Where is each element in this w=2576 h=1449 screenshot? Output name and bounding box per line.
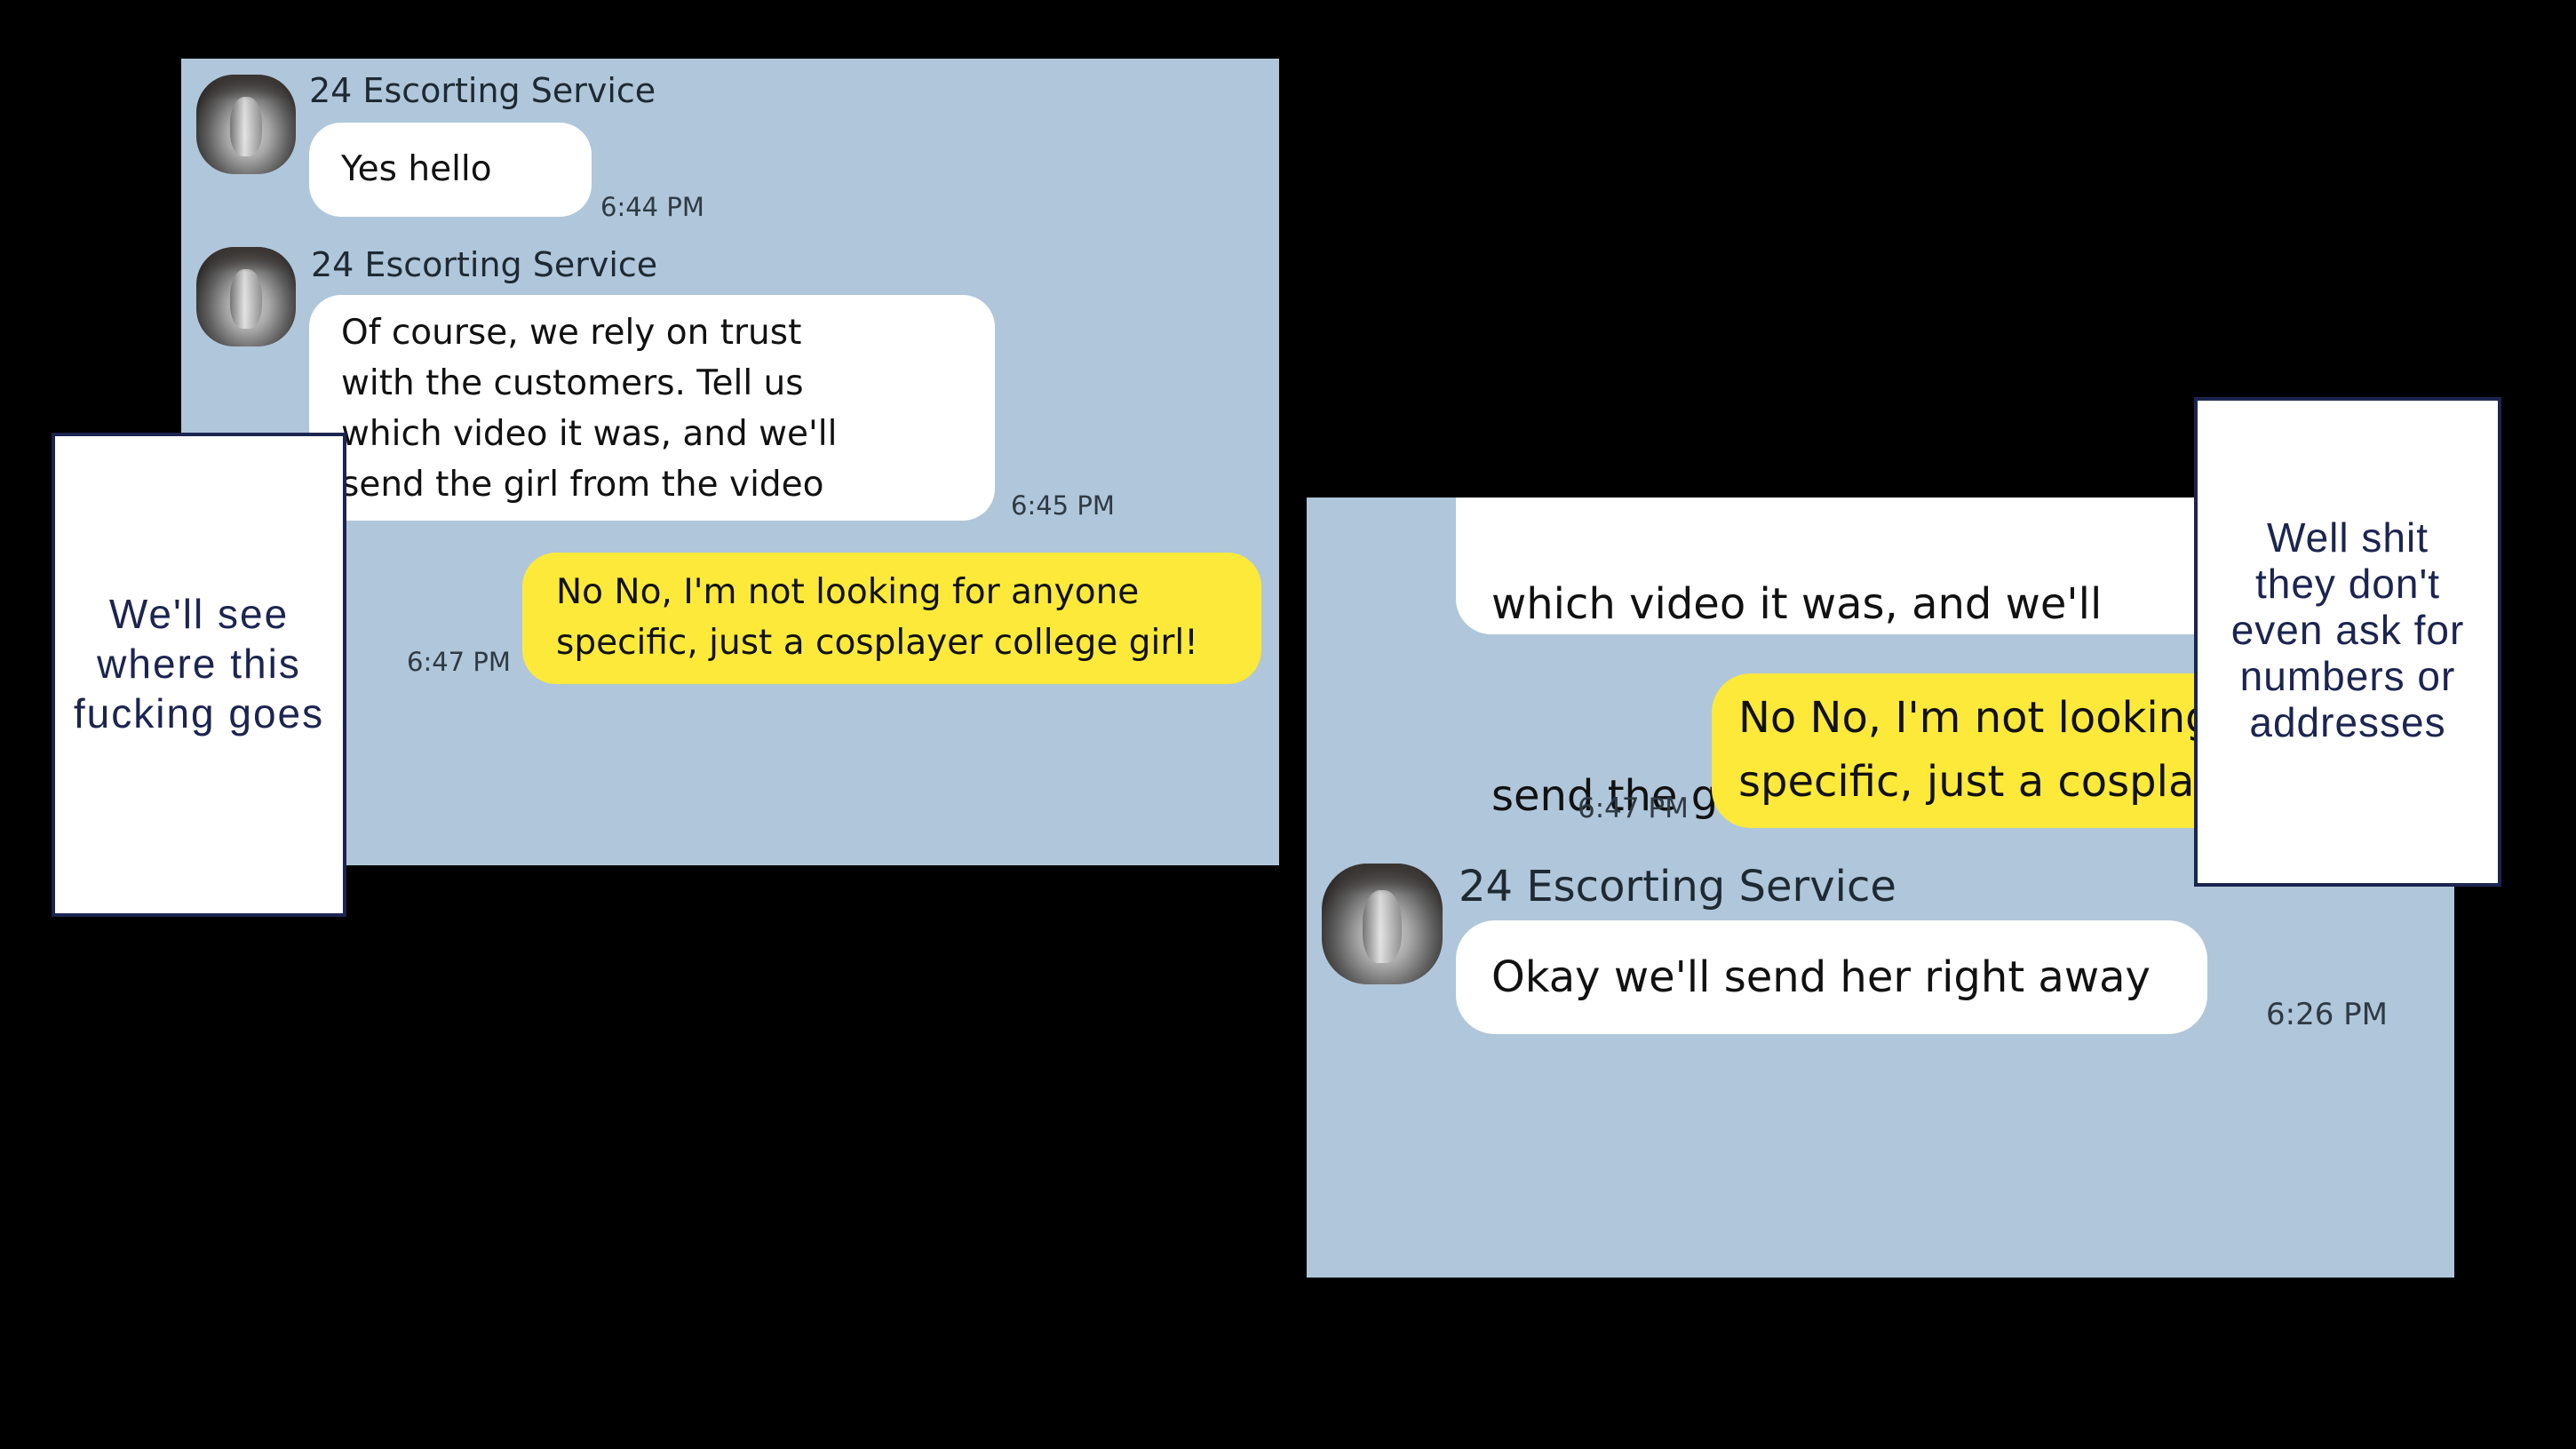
- contact-avatar[interactable]: [196, 247, 296, 346]
- message-line: Of course, we rely on trust: [341, 313, 802, 353]
- outgoing-message-bubble[interactable]: No No, I'm not looking for anyone specif…: [522, 553, 1261, 684]
- caption-line: Well shit: [2267, 514, 2429, 561]
- message-line: which video it was, and we'll: [341, 414, 838, 454]
- message-timestamp: 6:26 PM: [2266, 997, 2388, 1032]
- message-timestamp: 6:45 PM: [1011, 490, 1115, 521]
- caption-line: they don't: [2254, 561, 2441, 607]
- message-line: which video it was, and we'll: [1491, 579, 2103, 629]
- incoming-message-bubble[interactable]: Yes hello: [309, 123, 592, 217]
- caption-line: fucking goes: [73, 690, 325, 736]
- sender-name: 24 Escorting Service: [311, 245, 658, 284]
- caption-box-left: We'll see where this fucking goes: [52, 433, 346, 917]
- caption-box-right: Well shit they don't even ask for number…: [2194, 397, 2501, 887]
- incoming-message-bubble[interactable]: Of course, we rely on trust with the cus…: [309, 295, 995, 521]
- sender-name: 24 Escorting Service: [1459, 862, 1896, 912]
- incoming-message-bubble[interactable]: Okay we'll send her right away: [1456, 920, 2207, 1034]
- contact-avatar[interactable]: [1322, 864, 1443, 984]
- caption-line: even ask for: [2230, 607, 2465, 653]
- incoming-message-bubble[interactable]: which video it was, and we'll send the g…: [1456, 498, 2291, 821]
- sender-name: 24 Escorting Service: [309, 71, 656, 110]
- caption-line: numbers or: [2239, 653, 2456, 699]
- message-line: No No, I'm not looking for anyone: [556, 572, 1140, 612]
- message-timestamp: 6:47 PM: [407, 647, 511, 677]
- caption-line: addresses: [2249, 699, 2446, 745]
- caption-line: We'll see: [108, 591, 290, 637]
- caption-line: where this: [97, 641, 301, 687]
- message-line: with the customers. Tell us: [341, 363, 804, 403]
- message-line: send the girl from the video: [341, 465, 824, 505]
- contact-avatar[interactable]: [196, 75, 296, 174]
- message-timestamp: 6:47 PM: [1578, 792, 1689, 824]
- message-line: specific, just a cosplayer college girl!: [556, 623, 1198, 663]
- message-timestamp: 6:44 PM: [600, 192, 704, 222]
